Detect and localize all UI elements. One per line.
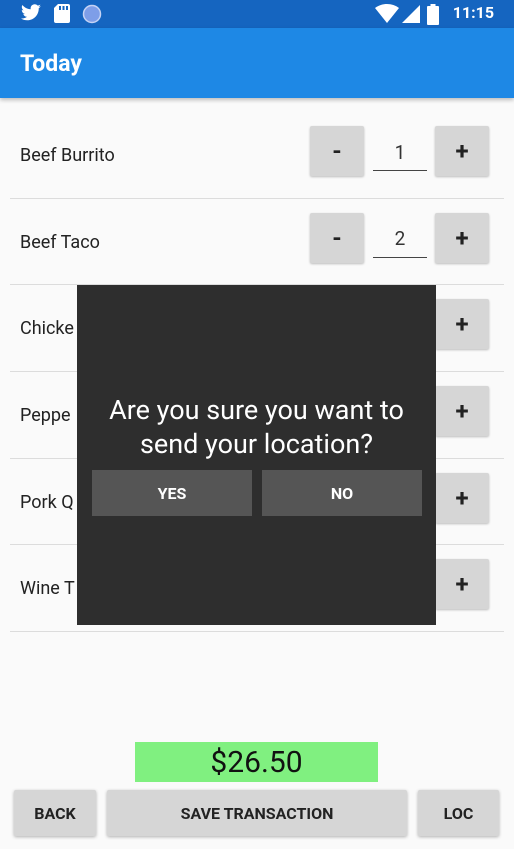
item-name: Beef Burrito (20, 145, 115, 166)
status-bar: 11:15 (0, 0, 514, 28)
signal-icon (401, 4, 421, 28)
increment-button[interactable]: + (435, 212, 489, 263)
app-bar: Today (0, 28, 514, 98)
circle-icon (82, 4, 102, 28)
save-transaction-button[interactable]: SAVE TRANSACTION (107, 790, 407, 836)
dialog-message: Are you sure you want to send your locat… (109, 394, 404, 460)
list-item: Beef Taco - 2 + (10, 199, 504, 286)
item-name: Peppe (20, 405, 71, 427)
increment-button[interactable]: + (435, 386, 489, 437)
item-name: Beef Taco (20, 231, 100, 253)
sd-card-icon (54, 4, 70, 27)
location-confirm-dialog: Are you sure you want to send your locat… (77, 285, 436, 625)
wifi-icon (375, 4, 399, 28)
quantity-field[interactable]: 2 (373, 221, 427, 258)
item-name: Chicke (20, 318, 74, 340)
page-title: Today (20, 50, 82, 77)
decrement-button[interactable]: - (310, 212, 364, 263)
battery-icon (427, 4, 439, 29)
back-button[interactable]: BACK (14, 790, 96, 836)
yes-button[interactable]: YES (92, 470, 252, 516)
list-item: Beef Burrito - 1 + (10, 112, 504, 199)
total-amount: $26.50 (135, 742, 378, 782)
increment-button[interactable]: + (435, 472, 489, 523)
item-name: Pork Q (20, 491, 74, 513)
increment-button[interactable]: + (435, 559, 489, 610)
increment-button[interactable]: + (435, 299, 489, 350)
decrement-button[interactable]: - (310, 126, 364, 176)
item-name: Wine T (20, 578, 75, 600)
twitter-icon (20, 4, 42, 26)
status-time: 11:15 (452, 3, 494, 22)
quantity-field[interactable]: 1 (373, 134, 427, 171)
loc-button[interactable]: LOC (418, 790, 499, 836)
increment-button[interactable]: + (435, 126, 489, 176)
no-button[interactable]: NO (262, 470, 422, 516)
